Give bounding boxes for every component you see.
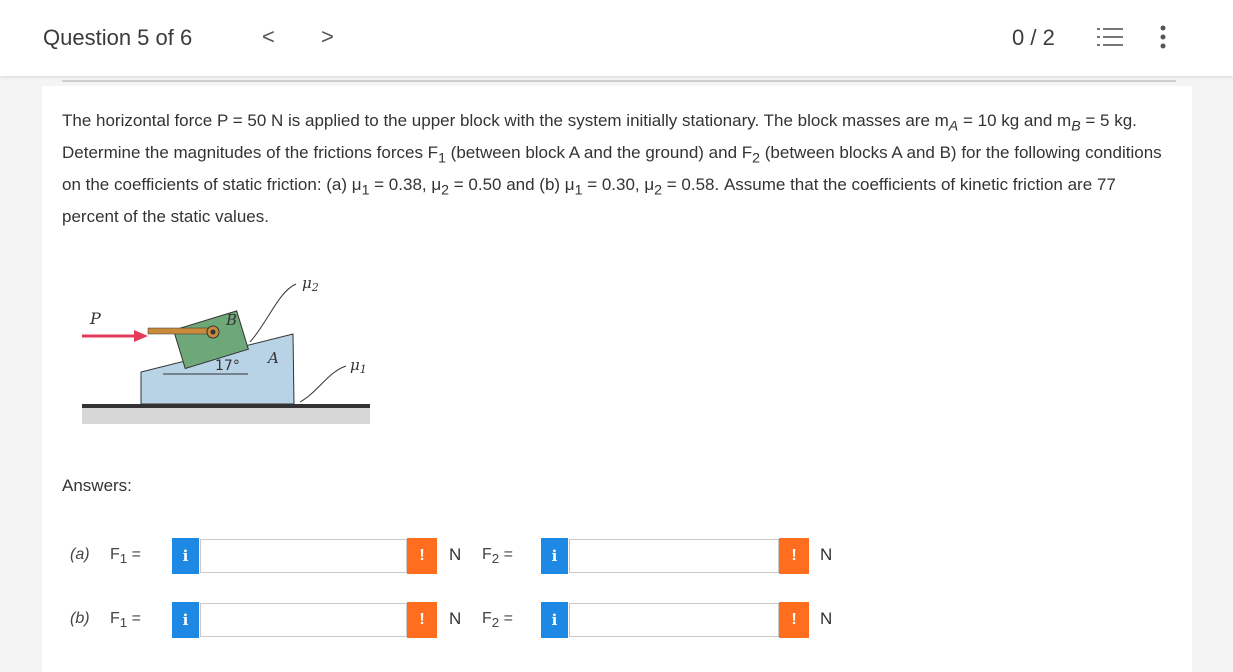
part-a-f2-label: F2 = <box>482 546 513 567</box>
block-a-label: A <box>266 349 279 367</box>
ground-hatch <box>82 408 370 424</box>
question-text: The horizontal force P = 50 N is applied… <box>62 111 1162 226</box>
mu1-label: μ1 <box>350 356 367 376</box>
angle-label: 17° <box>215 358 240 374</box>
part-a-f1-input[interactable] <box>200 539 407 573</box>
part-b-f2-warning-button[interactable]: ! <box>779 602 809 638</box>
part-b-f1-unit: N <box>449 609 462 628</box>
part-b-f2-input[interactable] <box>569 603 779 637</box>
part-b-label: (b) <box>70 610 90 627</box>
part-b-f2-unit: N <box>820 609 833 628</box>
block-system-diagram: P B A 17° μ2 μ1 <box>82 274 370 424</box>
part-b-f1-warning-button[interactable]: ! <box>407 602 437 638</box>
part-a-f2-warning-button[interactable]: ! <box>779 538 809 574</box>
header-divider <box>62 80 1176 82</box>
part-b-f2-label: F2 = <box>482 610 513 631</box>
question-counter: Question 5 of 6 <box>43 25 193 50</box>
part-b-f1-info-button[interactable]: i <box>172 602 199 638</box>
more-options-icon[interactable] <box>1156 24 1170 50</box>
mu2-leader <box>249 283 297 343</box>
block-b-label: B <box>225 311 237 329</box>
force-rod <box>147 327 211 335</box>
part-b-f2-info-button[interactable]: i <box>541 602 568 638</box>
part-a-f2-input[interactable] <box>569 539 779 573</box>
force-label: P <box>89 309 101 328</box>
part-a-f1-label: F1 = <box>110 546 141 567</box>
part-a-f1-unit: N <box>449 545 462 564</box>
top-bar: Question 5 of 6 < > 0 / 2 <box>0 0 1233 76</box>
question-list-icon[interactable] <box>1097 26 1123 48</box>
answers-heading: Answers: <box>62 476 132 495</box>
part-b-f1-input[interactable] <box>200 603 407 637</box>
part-b-f1-label: F1 = <box>110 610 141 631</box>
ground-line <box>82 404 370 408</box>
part-a-f1-warning-button[interactable]: ! <box>407 538 437 574</box>
mu1-leader <box>299 365 347 403</box>
mu2-label: μ2 <box>302 274 319 294</box>
previous-question-button[interactable]: < <box>262 24 275 50</box>
part-a-f1-info-button[interactable]: i <box>172 538 199 574</box>
part-a-label: (a) <box>70 546 90 563</box>
score-display: 0 / 2 <box>1012 25 1055 50</box>
part-a-f2-info-button[interactable]: i <box>541 538 568 574</box>
part-a-f2-unit: N <box>820 545 833 564</box>
next-question-button[interactable]: > <box>321 24 334 50</box>
